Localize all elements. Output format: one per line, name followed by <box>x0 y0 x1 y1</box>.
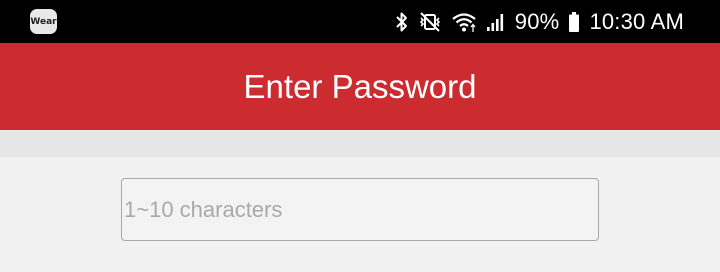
header-divider-band <box>0 130 720 157</box>
wear-badge-label: Wear <box>30 16 57 27</box>
password-input[interactable] <box>121 178 599 241</box>
signal-icon <box>486 12 506 32</box>
wear-app-icon: Wear <box>30 9 57 34</box>
app-header: Enter Password <box>0 43 720 130</box>
password-form <box>0 157 720 272</box>
status-bar: Wear 90% 10:30 AM <box>0 0 720 43</box>
bluetooth-icon <box>395 11 409 33</box>
wifi-icon <box>451 11 477 33</box>
battery-icon <box>568 11 580 33</box>
page-title: Enter Password <box>243 67 477 105</box>
clock: 10:30 AM <box>589 8 684 34</box>
status-icons: 90% 10:30 AM <box>395 0 684 43</box>
battery-percent: 90% <box>514 8 560 34</box>
vibrate-mute-icon <box>418 11 442 33</box>
